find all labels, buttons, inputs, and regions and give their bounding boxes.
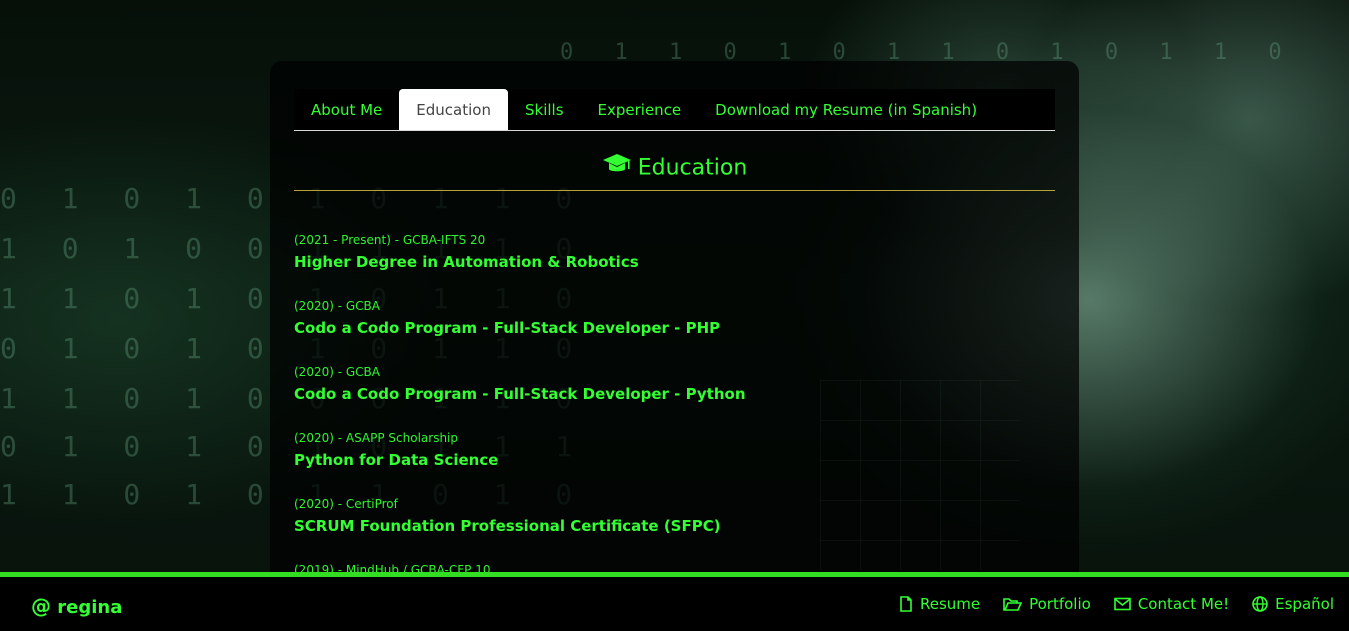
resume-link[interactable]: Resume — [899, 595, 980, 613]
contact-link-label: Contact Me! — [1137, 595, 1230, 613]
content-panel: About Me Education Skills Experience Dow… — [270, 61, 1079, 576]
entry-meta: (2020) - CertiProf — [294, 497, 398, 511]
language-link-label: Español — [1275, 595, 1334, 613]
section-title-text: Education — [637, 155, 748, 181]
entry-meta: (2020) - ASAPP Scholarship — [294, 431, 458, 445]
brand-link[interactable]: @ regina — [31, 594, 122, 618]
education-list: (2021 - Present) - GCBA-IFTS 20 Higher D… — [294, 231, 1055, 576]
globe-icon — [1252, 596, 1268, 612]
contact-link[interactable]: Contact Me! — [1114, 595, 1229, 613]
entry-meta: (2020) - GCBA — [294, 299, 380, 313]
footer: @ regina Resume Portfolio Contact Me! Es… — [0, 572, 1349, 631]
entry-meta: (2021 - Present) - GCBA-IFTS 20 — [294, 233, 486, 247]
language-link[interactable]: Español — [1252, 595, 1334, 613]
tab-about-me[interactable]: About Me — [294, 89, 399, 130]
entry-degree: Codo a Codo Program - Full-Stack Develop… — [294, 319, 721, 337]
entry-degree: Higher Degree in Automation & Robotics — [294, 253, 639, 271]
tab-experience[interactable]: Experience — [581, 89, 699, 130]
entry-degree: Codo a Codo Program - Full-Stack Develop… — [294, 385, 746, 403]
brand-name: regina — [57, 597, 123, 618]
list-item: (2020) - ASAPP Scholarship Python for Da… — [294, 429, 1055, 495]
footer-nav: Resume Portfolio Contact Me! Español — [876, 595, 1334, 613]
graduation-cap-icon — [602, 153, 632, 184]
list-item: (2021 - Present) - GCBA-IFTS 20 Higher D… — [294, 231, 1055, 297]
portfolio-link-label: Portfolio — [1029, 595, 1091, 613]
entry-degree: SCRUM Foundation Professional Certificat… — [294, 517, 721, 535]
resume-link-label: Resume — [919, 595, 981, 613]
list-item: (2020) - GCBA Codo a Codo Program - Full… — [294, 297, 1055, 363]
tab-skills[interactable]: Skills — [508, 89, 581, 130]
entry-meta: (2020) - GCBA — [294, 365, 380, 379]
at-icon: @ — [31, 594, 51, 618]
folder-open-icon — [1003, 597, 1023, 611]
entry-degree: Python for Data Science — [294, 451, 499, 469]
tab-education[interactable]: Education — [399, 89, 508, 130]
tab-download-resume[interactable]: Download my Resume (in Spanish) — [698, 89, 994, 130]
section-title: Education — [294, 153, 1055, 191]
list-item: (2020) - CertiProf SCRUM Foundation Prof… — [294, 495, 1055, 561]
envelope-icon — [1114, 597, 1131, 611]
tab-bar: About Me Education Skills Experience Dow… — [294, 89, 1055, 131]
portfolio-link[interactable]: Portfolio — [1003, 595, 1091, 613]
file-icon — [900, 596, 912, 612]
list-item: (2020) - GCBA Codo a Codo Program - Full… — [294, 363, 1055, 429]
